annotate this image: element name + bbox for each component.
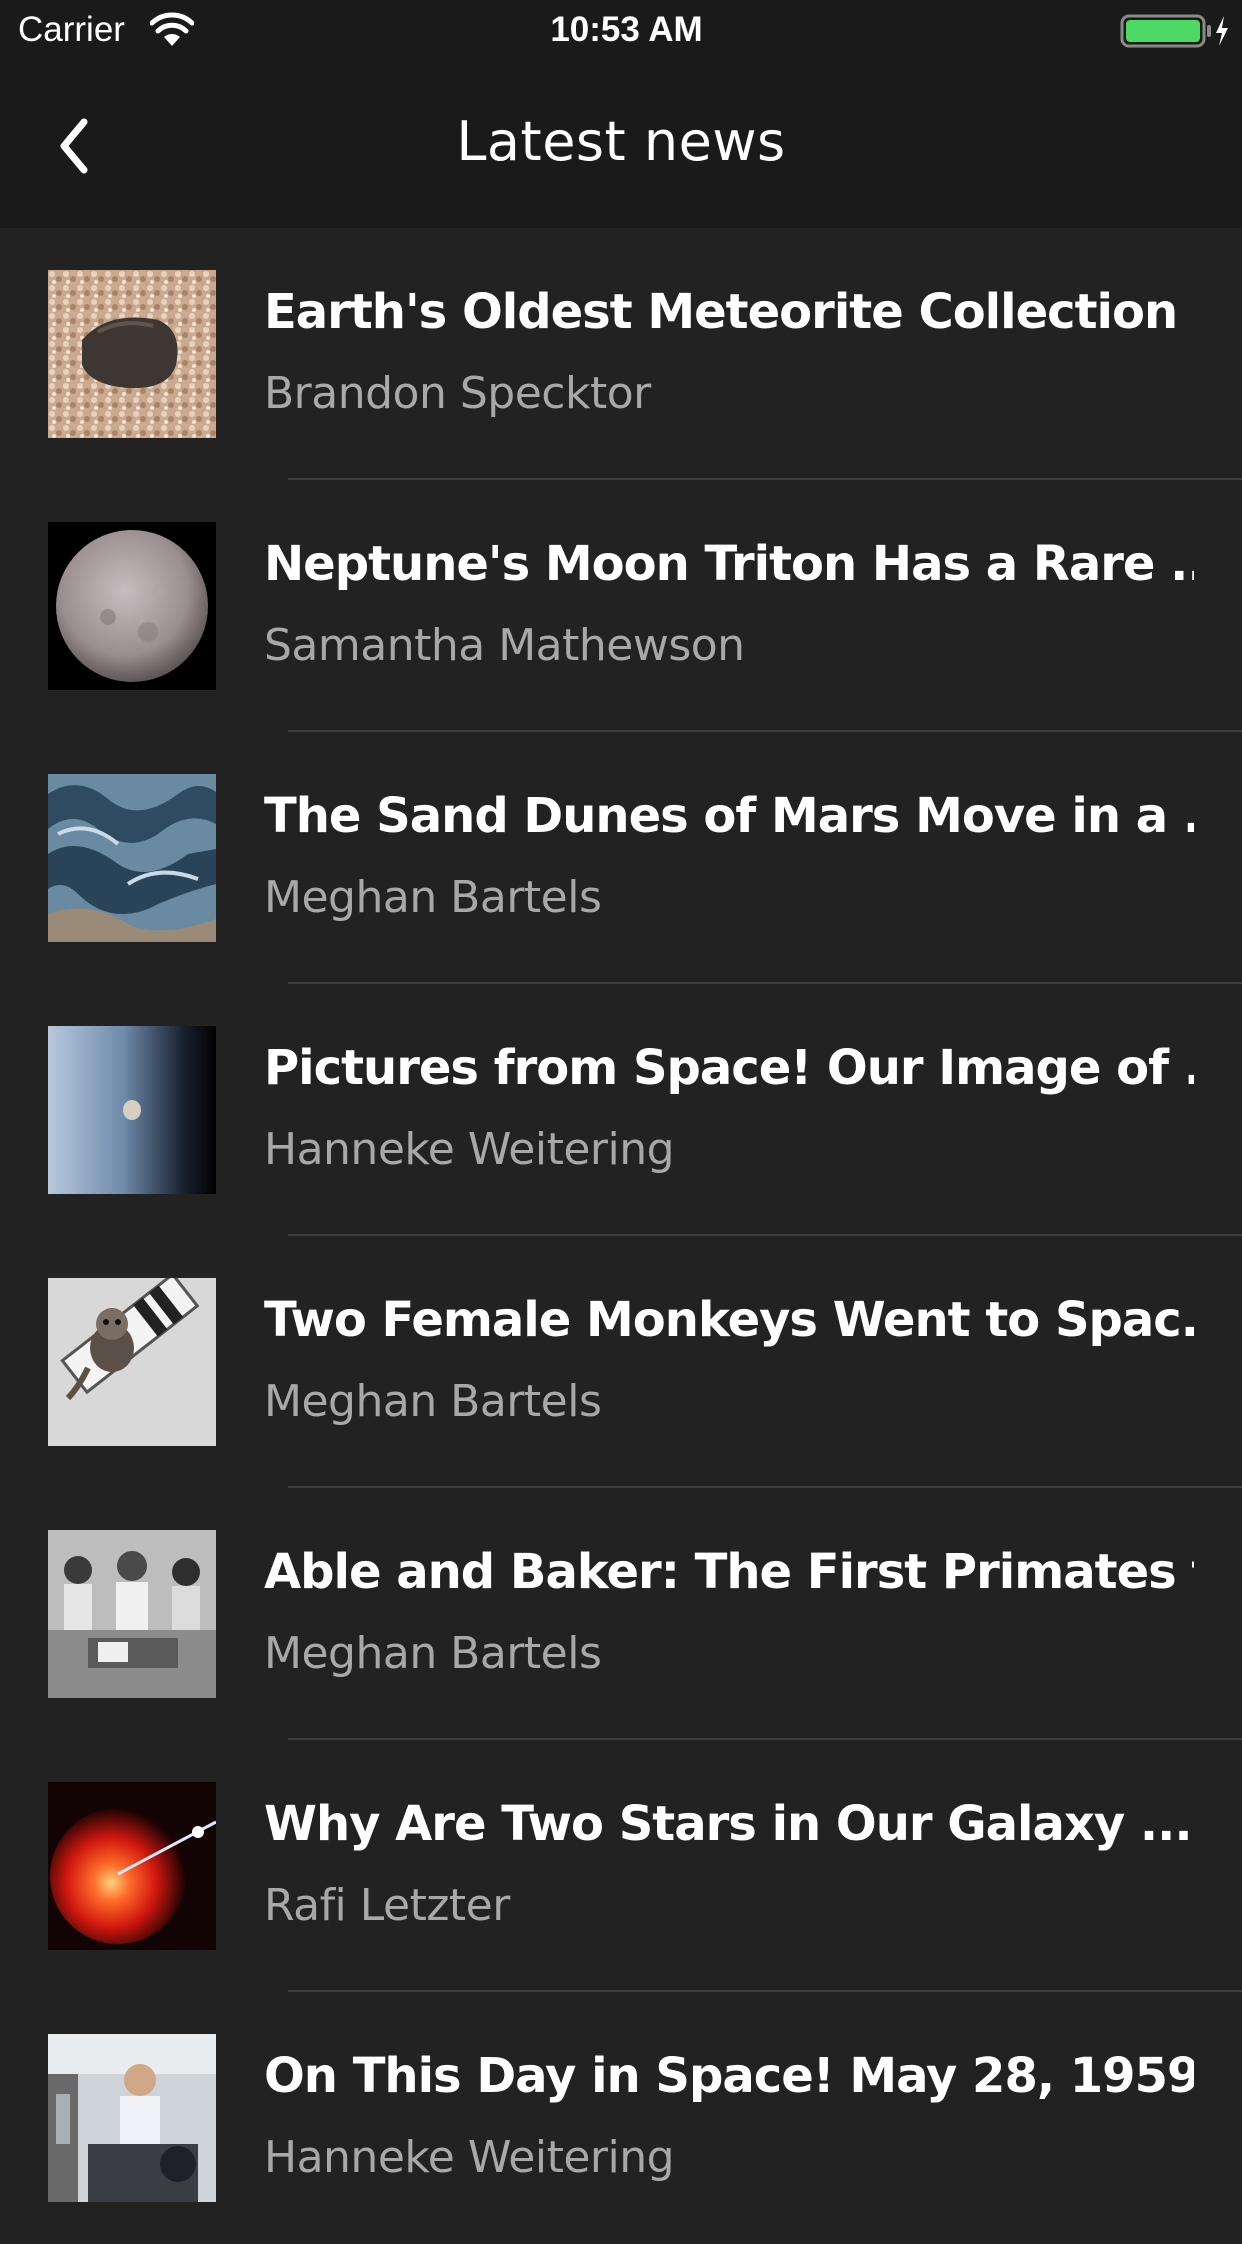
meteorite-photo	[48, 270, 216, 438]
article-author: Hanneke Weitering	[264, 2132, 675, 2183]
news-list-item[interactable]: On This Day in Space! May 28, 1959: ... …	[0, 1992, 1242, 2244]
article-title: The Sand Dunes of Mars Move in a ...	[264, 788, 1194, 844]
navigation-bar: Latest news	[0, 60, 1242, 228]
moon-over-earth-photo	[48, 1026, 216, 1194]
article-author: Meghan Bartels	[264, 1628, 602, 1679]
news-list: Earth's Oldest Meteorite Collection ... …	[0, 228, 1242, 2244]
page-title: Latest news	[456, 110, 786, 173]
news-list-item[interactable]: Neptune's Moon Triton Has a Rare ... Sam…	[0, 480, 1242, 732]
status-bar: Carrier 10:53 AM	[0, 0, 1242, 60]
article-author: Samantha Mathewson	[264, 620, 745, 671]
article-author: Hanneke Weitering	[264, 1124, 675, 1175]
article-title: Neptune's Moon Triton Has a Rare ...	[264, 536, 1194, 592]
red-star-photo	[48, 1782, 216, 1950]
monkey-rocket-photo	[48, 1278, 216, 1446]
news-list-item[interactable]: Why Are Two Stars in Our Galaxy ... Rafi…	[0, 1740, 1242, 1992]
news-list-item[interactable]: Earth's Oldest Meteorite Collection ... …	[0, 228, 1242, 480]
article-author: Meghan Bartels	[264, 872, 602, 923]
status-time: 10:53 AM	[550, 10, 703, 49]
article-author: Rafi Letzter	[264, 1880, 510, 1931]
article-author: Meghan Bartels	[264, 1376, 602, 1427]
news-list-item[interactable]: Pictures from Space! Our Image of ... Ha…	[0, 984, 1242, 1236]
triton-moon-photo	[48, 522, 216, 690]
article-title: On This Day in Space! May 28, 1959: ...	[264, 2048, 1194, 2104]
article-title: Pictures from Space! Our Image of ...	[264, 1040, 1194, 1096]
news-list-item[interactable]: The Sand Dunes of Mars Move in a ... Meg…	[0, 732, 1242, 984]
scientists-group-photo	[48, 1530, 216, 1698]
article-title: Why Are Two Stars in Our Galaxy ...	[264, 1796, 1193, 1852]
article-title: Earth's Oldest Meteorite Collection ...	[264, 284, 1194, 340]
news-list-item[interactable]: Able and Baker: The First Primates t... …	[0, 1488, 1242, 1740]
article-title: Able and Baker: The First Primates t...	[264, 1544, 1194, 1600]
battery-charging-icon	[1120, 14, 1230, 48]
article-title: Two Female Monkeys Went to Spac...	[264, 1292, 1194, 1348]
article-author: Brandon Specktor	[264, 368, 651, 419]
lab-worker-photo	[48, 2034, 216, 2202]
news-list-item[interactable]: Two Female Monkeys Went to Spac... Megha…	[0, 1236, 1242, 1488]
mars-dunes-photo	[48, 774, 216, 942]
